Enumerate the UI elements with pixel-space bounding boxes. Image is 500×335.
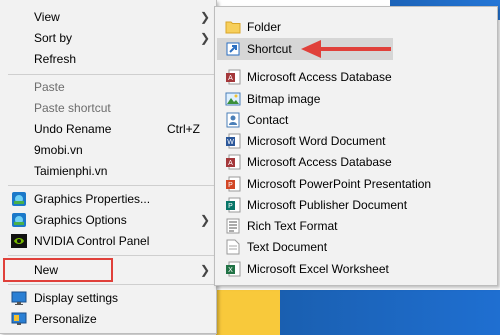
menu-separator: [8, 255, 214, 256]
menu-item-label: NVIDIA Control Panel: [34, 234, 150, 248]
menu-item-view[interactable]: View ❯: [0, 6, 216, 28]
new-item-access-database[interactable]: A Microsoft Access Database: [215, 66, 497, 88]
menu-item-label: Bitmap image: [247, 92, 321, 106]
svg-text:X: X: [228, 267, 233, 274]
menu-item-label: Microsoft Access Database: [247, 70, 392, 84]
personalize-icon: [11, 312, 27, 325]
menu-item-label: Graphics Options: [34, 213, 127, 227]
nvidia-icon: [11, 234, 27, 248]
new-item-word-document[interactable]: W Microsoft Word Document: [215, 130, 497, 152]
new-item-bitmap-image[interactable]: Bitmap image: [215, 88, 497, 110]
text-document-icon: [226, 239, 240, 255]
svg-text:P: P: [228, 203, 233, 210]
shortcut-icon: [226, 42, 240, 56]
contact-icon: [226, 112, 240, 128]
menu-item-label: Paste shortcut: [34, 101, 111, 115]
menu-item-label: Refresh: [34, 52, 77, 66]
menu-item-label: Sort by: [34, 31, 73, 45]
new-item-text-document[interactable]: Text Document: [215, 236, 497, 258]
chevron-right-icon: ❯: [199, 213, 210, 227]
chevron-right-icon: ❯: [199, 263, 210, 277]
menu-item-refresh[interactable]: Refresh: [0, 48, 216, 70]
menu-item-personalize[interactable]: Personalize: [0, 308, 216, 330]
menu-item-paste-shortcut[interactable]: Paste shortcut: [0, 97, 216, 119]
red-arrow-annotation: [301, 40, 391, 58]
svg-text:P: P: [228, 182, 233, 189]
new-submenu: Folder Shortcut A Microsoft Access Datab…: [214, 6, 498, 286]
publisher-icon: P: [226, 197, 241, 213]
new-item-publisher-document[interactable]: P Microsoft Publisher Document: [215, 194, 497, 216]
menu-item-nvidia-control-panel[interactable]: NVIDIA Control Panel: [0, 230, 216, 252]
desktop-context-menu: View ❯ Sort by ❯ Refresh Paste Paste sho…: [0, 0, 217, 334]
menu-item-label: Personalize: [34, 312, 97, 326]
annotation-highlight-box: [3, 258, 113, 282]
menu-item-label: 9mobi.vn: [34, 143, 83, 157]
display-icon: [11, 291, 27, 305]
menu-item-graphics-options[interactable]: Graphics Options ❯: [0, 209, 216, 231]
menu-item-label: Graphics Properties...: [34, 192, 151, 206]
menu-item-label: Microsoft Word Document: [247, 134, 386, 148]
intel-graphics-icon: [12, 213, 26, 227]
new-item-contact[interactable]: Contact: [215, 109, 497, 131]
menu-item-label: Contact: [247, 113, 289, 127]
menu-item-label: Microsoft Access Database: [247, 155, 392, 169]
svg-text:W: W: [227, 139, 234, 146]
menu-item-label: Microsoft Publisher Document: [247, 198, 408, 212]
rtf-document-icon: [226, 218, 240, 234]
new-item-folder[interactable]: Folder: [215, 16, 497, 38]
menu-item-label: Shortcut: [247, 42, 292, 56]
svg-text:A: A: [228, 75, 233, 82]
access-icon: A: [226, 154, 241, 170]
menu-item-label: Microsoft PowerPoint Presentation: [247, 177, 432, 191]
new-item-excel-worksheet[interactable]: X Microsoft Excel Worksheet: [215, 258, 497, 280]
folder-icon: [225, 21, 241, 34]
menu-item-paste[interactable]: Paste: [0, 76, 216, 98]
menu-item-label: Folder: [247, 20, 282, 34]
menu-separator: [8, 185, 214, 186]
menu-separator: [8, 74, 214, 75]
access-icon: A: [226, 69, 241, 85]
new-item-powerpoint-presentation[interactable]: P Microsoft PowerPoint Presentation: [215, 173, 497, 195]
intel-graphics-icon: [12, 192, 26, 206]
desktop-background-blue: [280, 290, 500, 335]
menu-item-label: View: [34, 10, 60, 24]
keyboard-shortcut: Ctrl+Z: [167, 122, 200, 136]
excel-icon: X: [226, 261, 241, 277]
menu-item-sort-by[interactable]: Sort by ❯: [0, 27, 216, 49]
menu-item-label: Microsoft Excel Worksheet: [247, 262, 389, 276]
menu-item-9mobi[interactable]: 9mobi.vn: [0, 139, 216, 161]
menu-item-undo-rename[interactable]: Undo Rename Ctrl+Z: [0, 118, 216, 140]
menu-item-label: Taimienphi.vn: [34, 164, 108, 178]
menu-item-label: Text Document: [247, 240, 328, 254]
menu-item-display-settings[interactable]: Display settings: [0, 287, 216, 309]
svg-text:A: A: [228, 160, 233, 167]
menu-item-taimienphi[interactable]: Taimienphi.vn: [0, 160, 216, 182]
chevron-right-icon: ❯: [199, 31, 210, 45]
bitmap-icon: [225, 92, 241, 106]
menu-item-graphics-properties[interactable]: Graphics Properties...: [0, 188, 216, 210]
menu-item-label: Display settings: [34, 291, 119, 305]
word-icon: W: [226, 133, 241, 149]
new-item-rich-text-format[interactable]: Rich Text Format: [215, 215, 497, 237]
menu-item-label: Undo Rename: [34, 122, 112, 136]
chevron-right-icon: ❯: [199, 10, 210, 24]
new-item-access-database-2[interactable]: A Microsoft Access Database: [215, 151, 497, 173]
menu-item-label: Paste: [34, 80, 65, 94]
desktop-background-yellow: [216, 290, 280, 335]
powerpoint-icon: P: [226, 176, 241, 192]
menu-separator: [8, 284, 214, 285]
menu-item-label: Rich Text Format: [247, 219, 338, 233]
